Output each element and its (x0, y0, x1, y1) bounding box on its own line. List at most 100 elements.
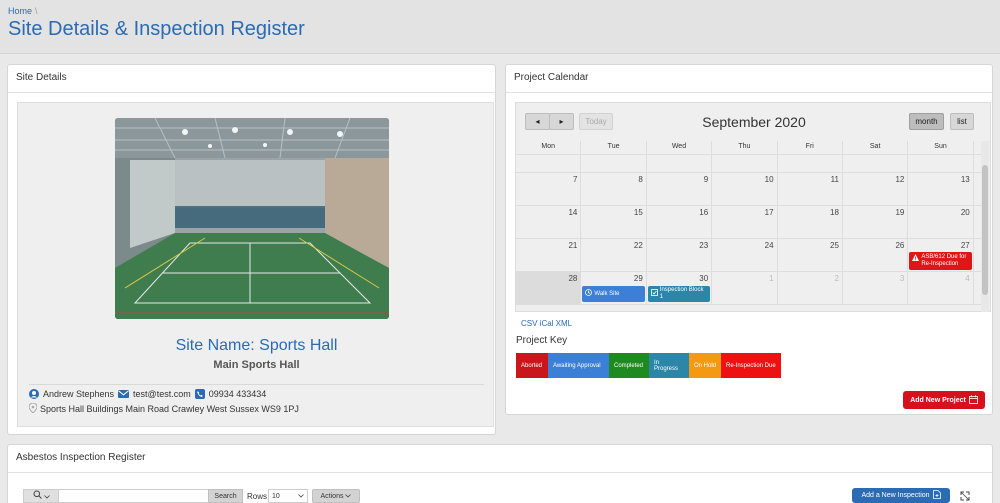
calendar-scrollbar[interactable] (981, 141, 989, 312)
day-number: 20 (960, 208, 970, 217)
day-number: 18 (830, 208, 839, 217)
calendar-feed-links[interactable]: CSV iCal XML (521, 319, 572, 328)
dow-fri: Fri (778, 141, 843, 154)
key-aborted: Aborted (516, 353, 548, 378)
project-key-legend: Aborted Awaiting Approval Completed In P… (516, 353, 781, 378)
calendar-day[interactable]: 16 (647, 206, 713, 238)
calendar-event-walk-site[interactable]: Walk Site (582, 286, 645, 302)
email-icon (118, 390, 130, 398)
calendar-week: 21 22 23 24 25 26 27 ASB/612 Due for Re-… (516, 239, 982, 272)
add-new-inspection-button[interactable]: Add a New Inspection (852, 488, 950, 503)
site-details-card: Site Details Site Name: Sports Hall Main… (7, 64, 496, 435)
calendar-day[interactable] (516, 155, 582, 172)
day-number: 28 (568, 274, 578, 283)
search-icon (33, 490, 42, 502)
calendar-day[interactable]: 7 (516, 173, 582, 205)
calendar-day[interactable]: 13 (908, 173, 974, 205)
day-number: 3 (899, 274, 905, 283)
day-number: 2 (834, 274, 839, 283)
add-new-project-button[interactable]: Add New Project (903, 391, 985, 409)
calendar-day[interactable]: 10 (712, 173, 778, 205)
calendar-week: 14 15 16 17 18 19 20 (516, 206, 982, 239)
site-photo (115, 118, 389, 319)
day-number: 4 (965, 274, 970, 283)
site-details-heading: Site Details (8, 65, 495, 93)
calendar-day[interactable]: 29 Walk Site (581, 272, 647, 304)
calendar-list-view-button[interactable]: list (950, 113, 974, 130)
event-title: Inspection Block 1 (659, 287, 704, 300)
calendar-day[interactable]: 4 (908, 272, 974, 304)
site-subtitle: Main Sports Hall (213, 359, 300, 371)
calendar-event-asb-reinspection[interactable]: ASB/612 Due for Re-Inspection (909, 252, 972, 270)
site-name: Site Name: Sports Hall (175, 337, 338, 354)
days-of-week-row: Mon Tue Wed Thu Fri Sat Sun (516, 141, 982, 155)
day-number: 12 (895, 175, 905, 184)
calendar-day[interactable]: 3 (843, 272, 909, 304)
calendar-day[interactable]: 2 (778, 272, 843, 304)
calendar-event-inspection-block-1[interactable]: Inspection Block 1 (647, 286, 711, 302)
day-number: 16 (699, 208, 709, 217)
calendar-day[interactable]: 15 (581, 206, 647, 238)
event-title: Walk Site (594, 290, 620, 297)
calendar-day[interactable] (778, 155, 843, 172)
clock-icon (585, 289, 593, 299)
contact-email[interactable]: test@test.com (133, 389, 191, 399)
calendar-month-view-button[interactable]: month (909, 113, 944, 130)
calendar-day[interactable]: 18 (778, 206, 843, 238)
calendar-day[interactable]: 23 (647, 239, 713, 271)
calendar-day[interactable]: 14 (516, 206, 582, 238)
calendar-day[interactable]: 27 ASB/612 Due for Re-Inspection (908, 239, 974, 271)
project-calendar-card: Project Calendar ◂ ▸ Today September 202… (505, 64, 993, 415)
calendar-day[interactable]: 17 (712, 206, 778, 238)
calendar-day[interactable]: 9 (647, 173, 713, 205)
calendar-day[interactable]: 20 (908, 206, 974, 238)
calendar-day[interactable]: 26 (843, 239, 909, 271)
calendar-day[interactable]: 24 (712, 239, 778, 271)
day-number: 9 (703, 175, 709, 184)
day-number: 26 (895, 241, 905, 250)
calendar-day[interactable]: 12 (843, 173, 909, 205)
calendar-day[interactable]: 30 Inspection Block 1 (647, 272, 713, 304)
calendar-day[interactable]: 21 (516, 239, 582, 271)
calendar-plus-icon (968, 394, 978, 406)
calendar-day[interactable]: 19 (843, 206, 909, 238)
calendar-day[interactable] (908, 155, 974, 172)
rows-value: 10 (272, 492, 280, 500)
calendar-day[interactable] (581, 155, 647, 172)
calendar-day[interactable] (647, 155, 713, 172)
calendar-day[interactable] (843, 155, 909, 172)
day-number: 29 (633, 274, 643, 283)
actions-menu-button[interactable]: Actions (312, 489, 360, 503)
document-plus-icon (932, 490, 941, 501)
expand-icon[interactable] (960, 491, 970, 503)
calendar-day[interactable]: 11 (778, 173, 843, 205)
dow-tue: Tue (581, 141, 647, 154)
search-button[interactable]: Search (208, 489, 243, 503)
dow-mon: Mon (516, 141, 582, 154)
site-contact-row: Andrew Stephens test@test.com 09934 4334… (29, 384, 484, 399)
search-column-dropdown[interactable] (23, 489, 59, 503)
dow-sat: Sat (843, 141, 909, 154)
day-number: 11 (830, 175, 839, 184)
add-inspection-label: Add a New Inspection (861, 492, 930, 499)
calendar-scrollbar-thumb[interactable] (982, 165, 988, 295)
dow-sun: Sun (908, 141, 974, 154)
breadcrumb: Home \ (8, 6, 38, 16)
calendar-day[interactable]: 1 (712, 272, 778, 304)
calendar-grid: Mon Tue Wed Thu Fri Sat Sun 7 8 9 10 11 … (516, 141, 982, 305)
warning-icon (912, 254, 920, 264)
breadcrumb-home-link[interactable]: Home (8, 6, 32, 16)
day-number: 8 (638, 175, 643, 184)
calendar-day[interactable]: 25 (778, 239, 843, 271)
calendar-week (516, 155, 982, 173)
calendar-day[interactable]: 8 (581, 173, 647, 205)
rows-per-page-select[interactable]: 10 (268, 489, 308, 503)
key-reinspection-due: Re-Inspection Due (721, 353, 781, 378)
calendar-week: 7 8 9 10 11 12 13 (516, 173, 982, 206)
calendar-day[interactable]: 22 (581, 239, 647, 271)
calendar-day-today[interactable]: 28 (516, 272, 582, 304)
event-title: ASB/612 Due for Re-Inspection (921, 254, 967, 267)
rows-label: Rows (247, 492, 268, 501)
checkbox-icon (650, 289, 658, 299)
calendar-day[interactable] (712, 155, 778, 172)
